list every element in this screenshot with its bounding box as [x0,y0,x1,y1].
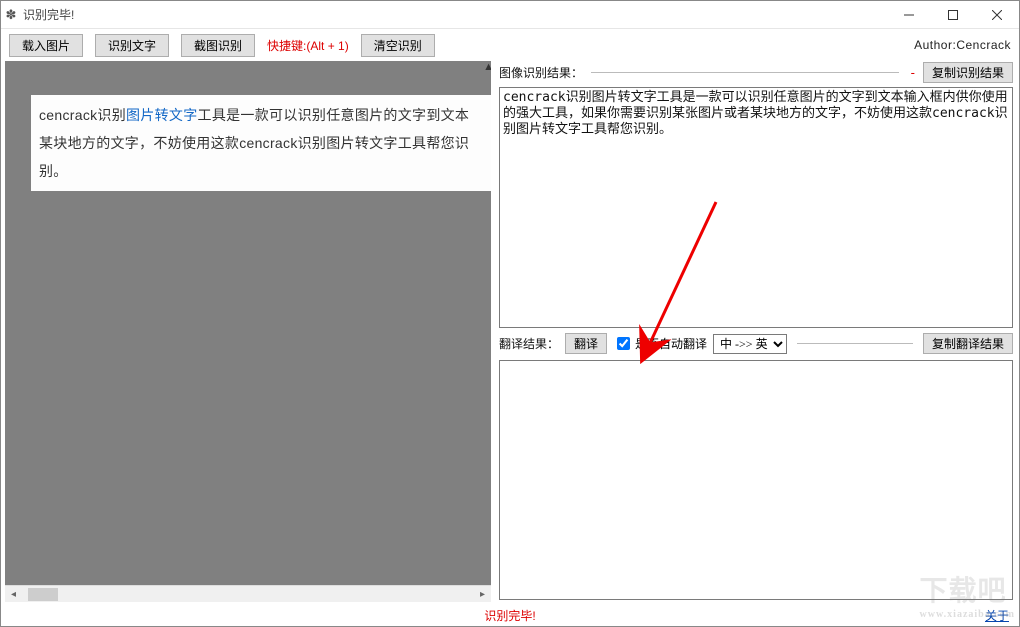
image-hscrollbar[interactable]: ◂ ▸ [5,585,491,602]
recognition-result-label: 图像识别结果： [499,64,583,81]
recognize-text-button[interactable]: 识别文字 [95,34,169,57]
recognition-result-textarea[interactable] [499,87,1013,328]
scroll-track[interactable] [22,586,474,602]
toolbar: 载入图片 识别文字 截图识别 快捷键:(Alt + 1) 清空识别 Author… [1,29,1019,61]
window-title: 识别完毕! [21,6,887,23]
sample-link[interactable]: 图片转文字 [126,107,198,123]
app-icon: ✽ [1,7,21,23]
clear-recognize-button[interactable]: 清空识别 [361,34,435,57]
minimize-icon [904,10,914,20]
scroll-right-icon[interactable]: ▸ [474,589,491,600]
auto-translate-input[interactable] [617,337,630,350]
maximize-button[interactable] [931,1,975,28]
screenshot-recognize-button[interactable]: 截图识别 [181,34,255,57]
translate-button[interactable]: 翻译 [565,333,607,354]
scroll-left-icon[interactable]: ◂ [5,589,22,600]
translation-direction-select[interactable]: 中 ->> 英 [713,334,787,354]
scroll-thumb[interactable] [28,588,58,601]
titlebar: ✽ 识别完毕! [1,1,1019,29]
status-text: 识别完毕! [484,607,535,624]
scroll-updown-icon: ▲ [483,61,491,73]
shortcut-label: 快捷键:(Alt + 1) [267,37,349,54]
close-icon [992,10,1002,20]
image-sample-text: cencrack识别图片转文字工具是一款可以识别任意图片的文字到文本 某块地方的… [31,95,491,191]
close-button[interactable] [975,1,1019,28]
author-label: Author:Cencrack [914,38,1011,52]
image-pane: ▲ cencrack识别图片转文字工具是一款可以识别任意图片的文字到文本 某块地… [1,61,495,604]
translation-result-textarea[interactable] [499,360,1013,601]
dash-icon: - [907,65,919,80]
minimize-button[interactable] [887,1,931,28]
auto-translate-label: 是否自动翻译 [635,335,707,352]
load-image-button[interactable]: 载入图片 [9,34,83,57]
translate-result-label: 翻译结果： [499,335,559,352]
status-bar: 识别完毕! 关于 [1,604,1019,626]
about-link[interactable]: 关于 [985,607,1009,624]
results-pane: 图像识别结果： - 复制识别结果 翻译结果： 翻译 是否自动翻译 中 ->> 英… [495,61,1019,604]
auto-translate-checkbox[interactable]: 是否自动翻译 [613,334,707,353]
maximize-icon [948,10,958,20]
image-preview-area[interactable]: ▲ cencrack识别图片转文字工具是一款可以识别任意图片的文字到文本 某块地… [5,61,491,585]
copy-recognition-button[interactable]: 复制识别结果 [923,62,1013,83]
copy-translation-button[interactable]: 复制翻译结果 [923,333,1013,354]
